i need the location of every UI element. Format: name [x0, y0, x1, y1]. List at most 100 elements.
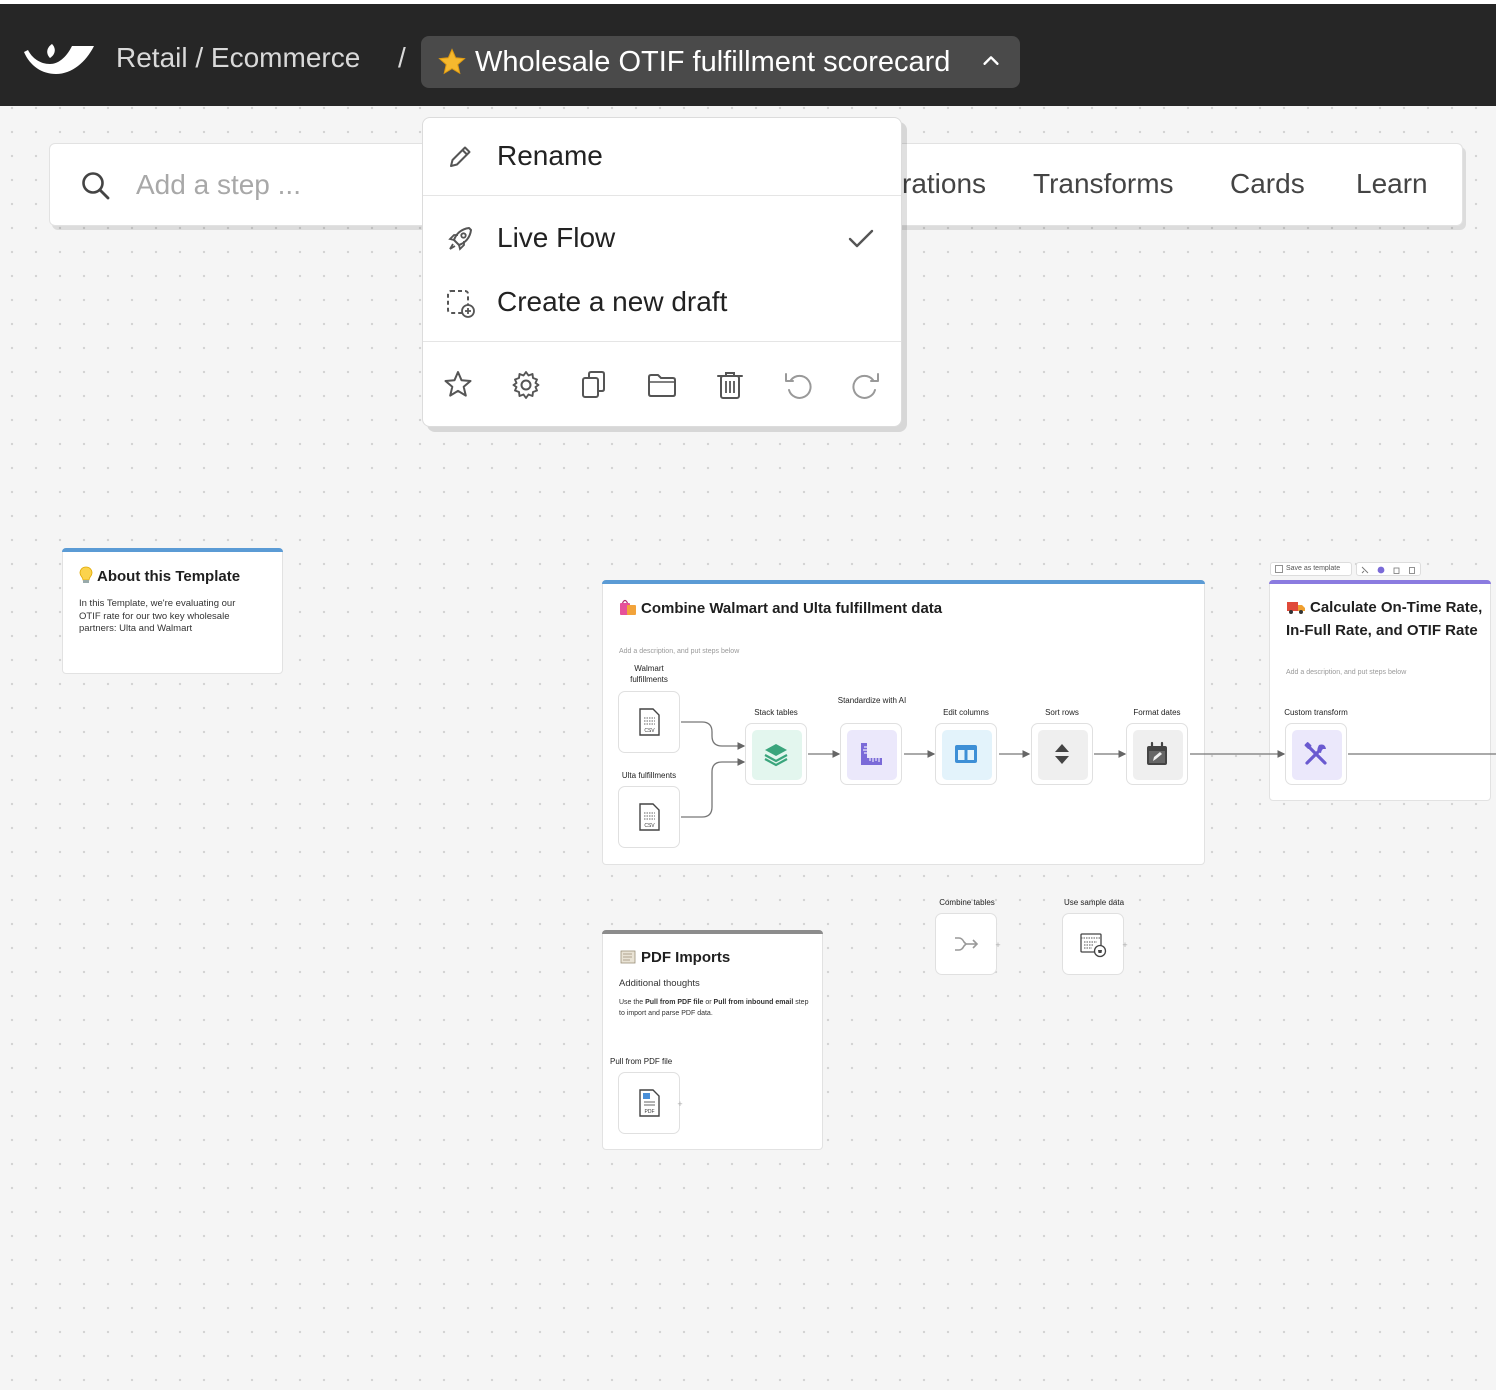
- csv-file-icon: CSV: [639, 803, 660, 831]
- folder-icon[interactable]: [645, 368, 679, 402]
- card-accent: [602, 930, 823, 934]
- card-mini-toolbar: [1356, 562, 1421, 576]
- card-description: In this Template, we're evaluating our O…: [79, 598, 236, 634]
- card-hint: Add a description, and put steps below: [619, 648, 740, 655]
- card-subtitle: Additional thoughts: [619, 978, 700, 989]
- stack-tables-node[interactable]: [745, 723, 807, 785]
- node-label: Standardize with AI: [837, 696, 907, 705]
- undo-icon[interactable]: [781, 368, 815, 402]
- combine-tables-node[interactable]: [935, 913, 997, 975]
- sort-icon: [1055, 744, 1069, 764]
- node-label: Sort rows: [1045, 708, 1079, 717]
- card-accent: [62, 548, 283, 552]
- combine-fulfillment-card[interactable]: Combine Walmart and Ulta fulfillment dat…: [602, 580, 1205, 865]
- top-bar: Retail / Ecommerce / Wholesale OTIF fulf…: [0, 4, 1496, 106]
- node-label: Combine tables: [939, 898, 995, 907]
- node-label: Ulta fulfillments: [621, 771, 677, 780]
- breadcrumb-workspace[interactable]: Retail / Ecommerce: [116, 42, 360, 74]
- redo-icon[interactable]: [849, 368, 883, 402]
- about-template-card[interactable]: About this Template In this Template, we…: [62, 548, 283, 674]
- add-step-button[interactable]: +: [993, 940, 1003, 950]
- file-type-label: PDF: [645, 1109, 655, 1115]
- menu-live-flow[interactable]: Live Flow: [423, 206, 901, 270]
- node-label: Edit columns: [943, 708, 989, 717]
- star-icon: [438, 48, 466, 75]
- card-hint: Add a description, and put steps below: [1286, 669, 1407, 676]
- palette-icon[interactable]: [1377, 566, 1385, 574]
- rocket-icon: [448, 227, 472, 251]
- walmart-csv-node[interactable]: CSV: [618, 691, 680, 753]
- copy-icon[interactable]: [1393, 566, 1401, 574]
- csv-file-icon: CSV: [639, 708, 660, 736]
- pull-pdf-node[interactable]: PDF: [618, 1072, 680, 1134]
- columns-icon: [955, 745, 977, 763]
- sort-rows-node[interactable]: [1031, 723, 1093, 785]
- card-title: About this Template: [97, 568, 241, 585]
- save-as-template-label: Save as template: [1286, 565, 1341, 572]
- flow-title: Wholesale OTIF fulfillment scorecard: [475, 45, 951, 78]
- star-icon[interactable]: [441, 368, 475, 402]
- new-draft-icon: [447, 290, 475, 318]
- add-step-button[interactable]: +: [675, 1099, 685, 1109]
- menu-divider: [423, 341, 901, 342]
- merge-icon: [955, 937, 979, 951]
- tab-integrations[interactable]: rations: [902, 168, 986, 200]
- card-accent: [602, 580, 1205, 584]
- node-label: Use sample data: [1063, 898, 1125, 907]
- menu-create-draft-label: Create a new draft: [497, 286, 728, 317]
- sample-data-icon: [1080, 933, 1107, 958]
- pdf-file-icon: PDF: [639, 1089, 660, 1117]
- pencil-icon: [450, 146, 471, 167]
- card-accent: [1269, 580, 1491, 584]
- node-label: Format dates: [1133, 708, 1181, 717]
- card-title: Calculate On-Time Rate, In-Full Rate, an…: [1286, 599, 1483, 639]
- tools-icon: [1304, 742, 1327, 765]
- trash-icon[interactable]: [1408, 566, 1416, 574]
- app-logo[interactable]: [22, 40, 96, 82]
- chevron-up-icon: [983, 56, 999, 65]
- card-description: Use the Pull from PDF file or Pull from …: [619, 999, 809, 1017]
- file-type-label: CSV: [644, 823, 655, 829]
- custom-transform-node[interactable]: [1285, 723, 1347, 785]
- menu-create-draft[interactable]: Create a new draft: [423, 270, 901, 334]
- lightbulb-icon: [79, 566, 93, 590]
- sample-data-node[interactable]: [1062, 913, 1124, 975]
- node-label: Pull from PDF file: [610, 1057, 673, 1066]
- layers-icon: [764, 744, 788, 767]
- save-as-template-button[interactable]: Save as template: [1270, 562, 1352, 576]
- flow-menu-dropdown: Rename Live Flow Create a new draft: [422, 117, 902, 427]
- breadcrumb-separator: /: [398, 42, 406, 73]
- scroll-icon: [619, 949, 637, 971]
- card-title: Combine Walmart and Ulta fulfillment dat…: [641, 600, 943, 617]
- format-dates-node[interactable]: [1126, 723, 1188, 785]
- ulta-csv-node[interactable]: CSV: [618, 786, 680, 848]
- collapse-icon[interactable]: [1361, 566, 1369, 574]
- copy-icon[interactable]: [577, 368, 611, 402]
- add-step-button[interactable]: +: [1120, 940, 1130, 950]
- node-label: Walmart fulfillments: [630, 664, 668, 684]
- check-icon: [848, 229, 874, 248]
- tab-learn[interactable]: Learn: [1356, 168, 1428, 200]
- trash-icon[interactable]: [713, 368, 747, 402]
- template-icon: [1275, 565, 1283, 573]
- flow-title-button[interactable]: Wholesale OTIF fulfillment scorecard: [421, 36, 1020, 88]
- menu-rename-label: Rename: [497, 140, 603, 171]
- node-label: Custom transform: [1284, 708, 1348, 717]
- card-title: PDF Imports: [641, 949, 731, 966]
- menu-divider: [423, 195, 901, 196]
- ruler-icon: [861, 743, 882, 765]
- standardize-ai-node[interactable]: [840, 723, 902, 785]
- truck-icon: [1286, 599, 1306, 621]
- calendar-edit-icon: [1147, 741, 1167, 765]
- file-type-label: CSV: [644, 728, 655, 734]
- shopping-bags-icon: [619, 598, 637, 622]
- tab-transforms[interactable]: Transforms: [1033, 168, 1174, 200]
- gear-icon[interactable]: [509, 368, 543, 402]
- search-input[interactable]: [136, 164, 436, 206]
- search-icon: [82, 172, 110, 200]
- menu-live-flow-label: Live Flow: [497, 222, 616, 253]
- edit-columns-node[interactable]: [935, 723, 997, 785]
- tab-cards[interactable]: Cards: [1230, 168, 1305, 200]
- menu-rename[interactable]: Rename: [423, 124, 901, 188]
- node-label: Stack tables: [754, 708, 798, 717]
